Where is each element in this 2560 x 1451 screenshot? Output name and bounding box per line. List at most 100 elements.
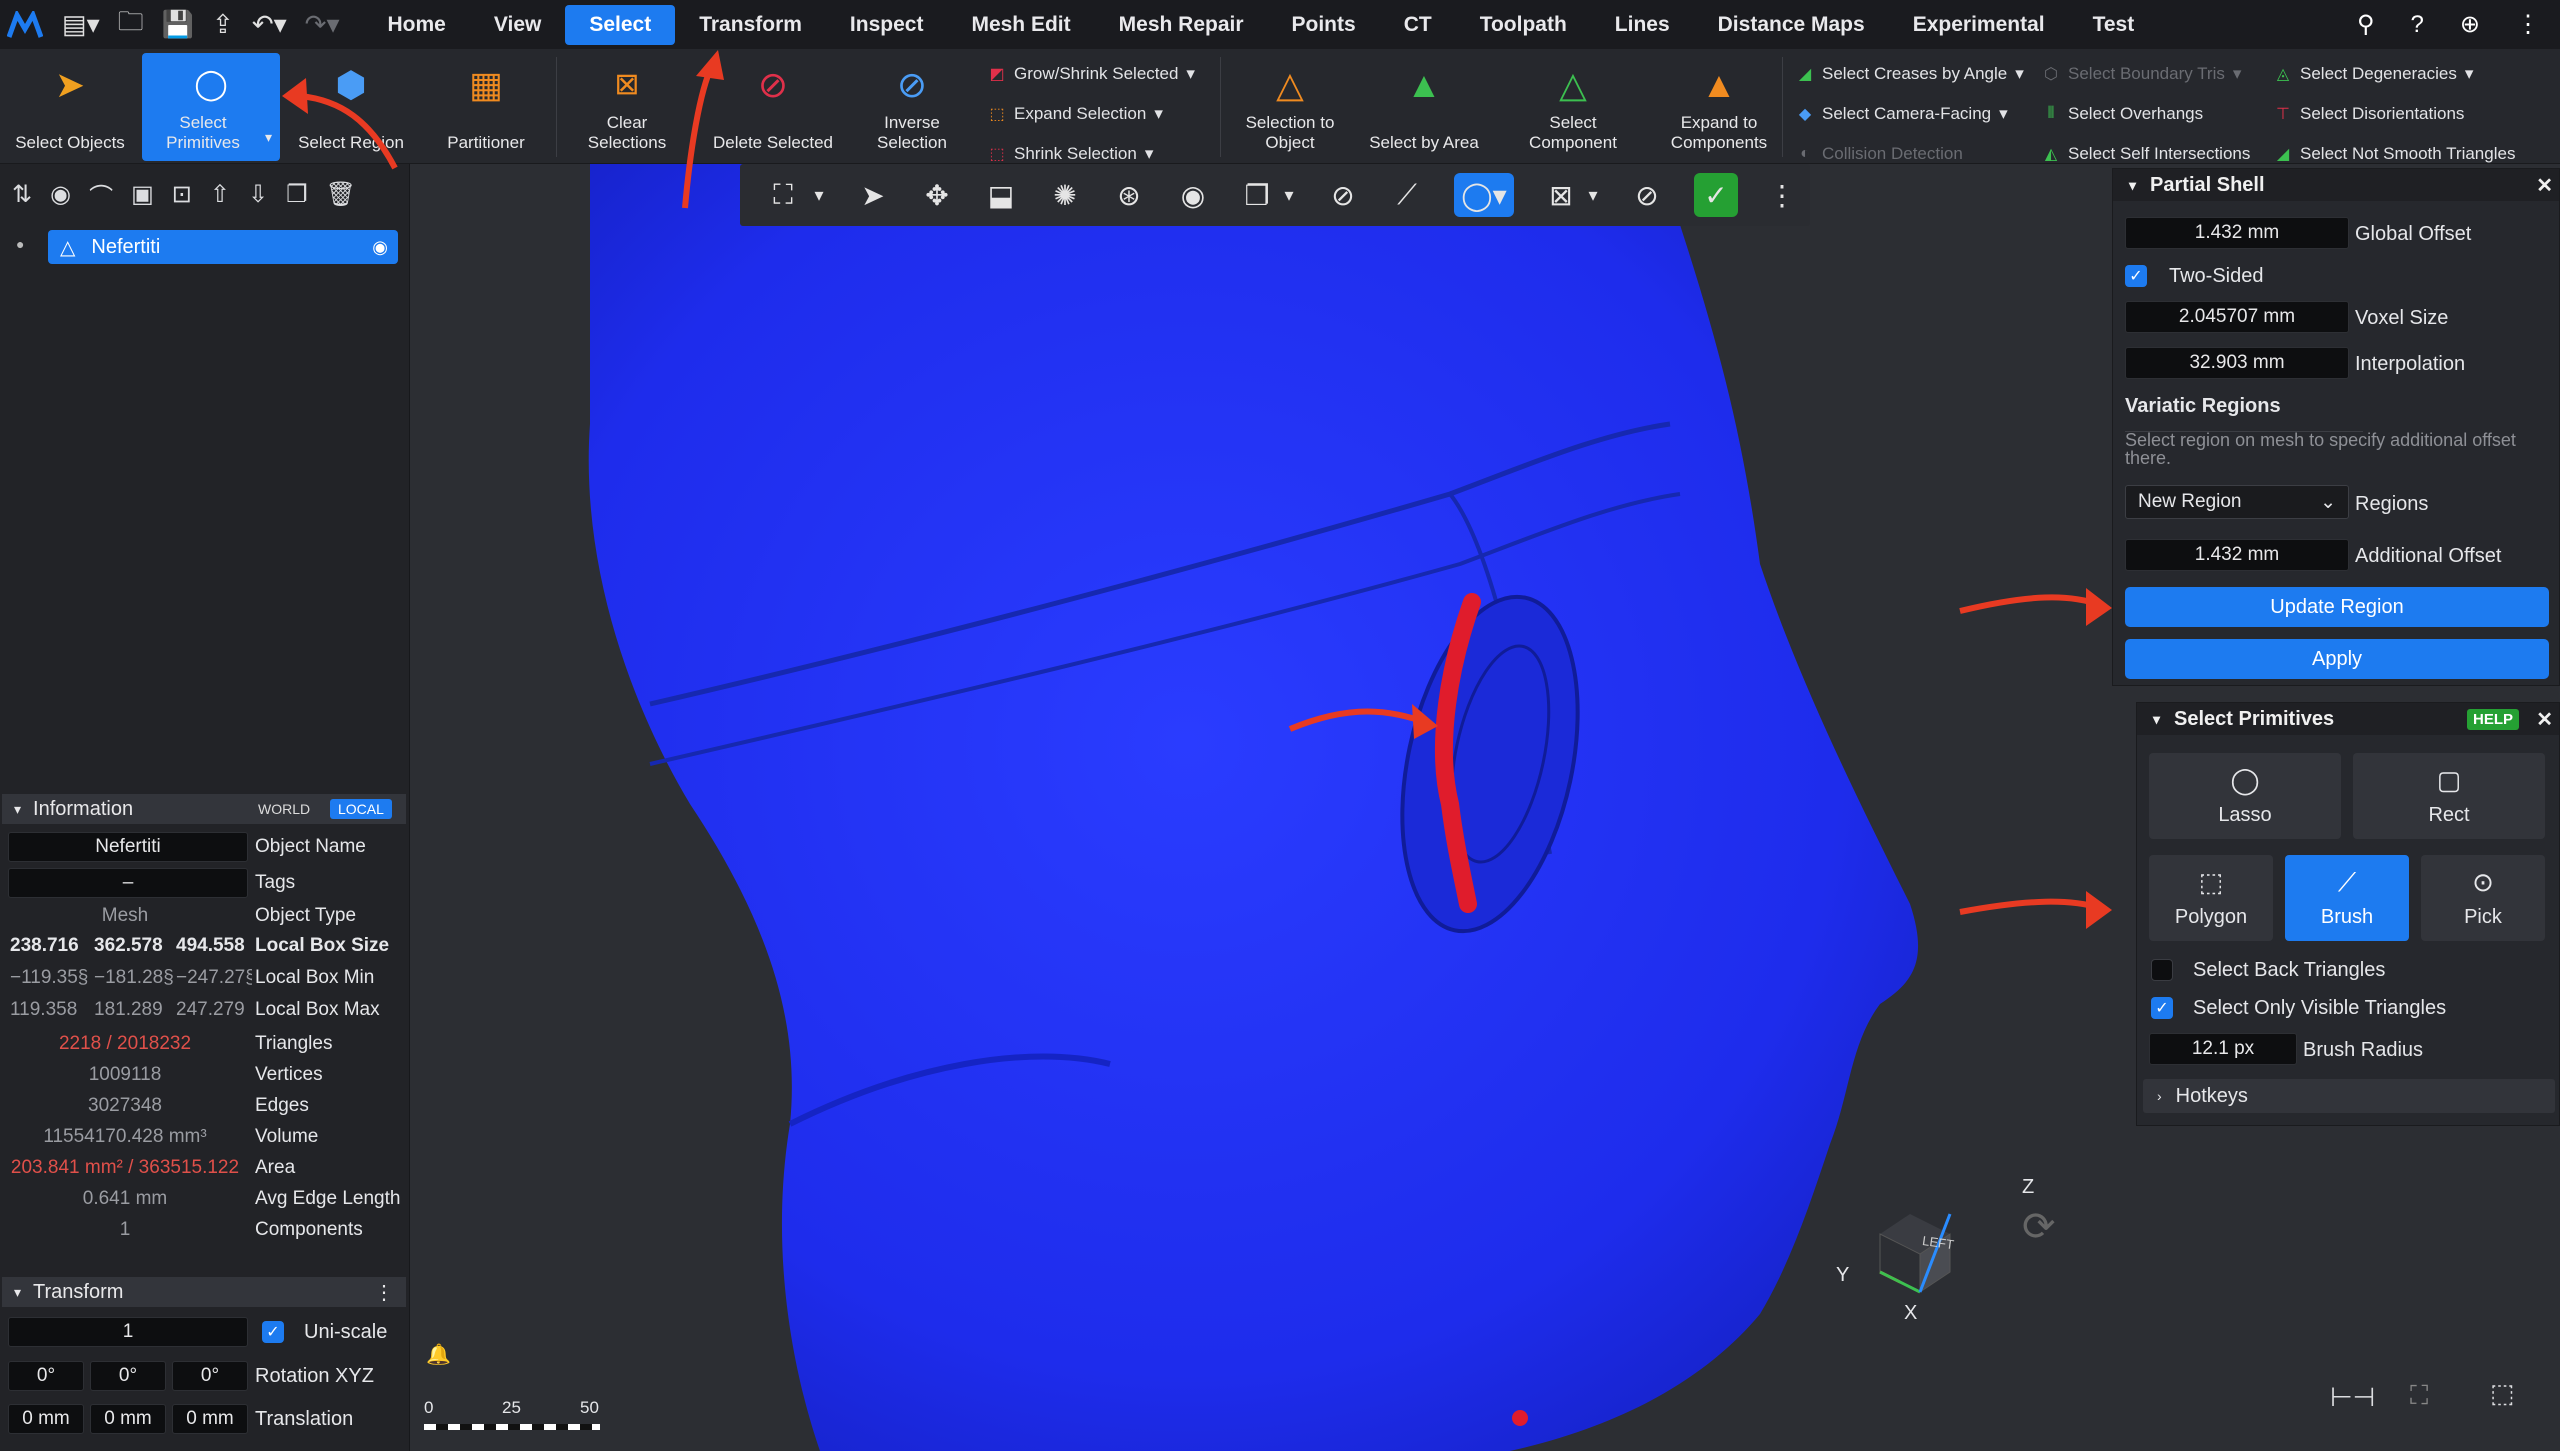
area-value: 203.841 mm² / 363515.122: [10, 1157, 240, 1178]
transform-title: Transform: [33, 1280, 124, 1303]
notification-bell-icon[interactable]: 🔔: [426, 1342, 451, 1367]
uniscale-checkbox[interactable]: ✓: [262, 1321, 284, 1343]
area-row: 203.841 mm² / 363515.122 Area: [0, 1153, 410, 1183]
close-icon[interactable]: ✕: [2536, 707, 2553, 732]
polygon-label: Polygon: [2174, 906, 2248, 928]
information-header[interactable]: ▾ Information WORLD LOCAL: [2, 794, 406, 824]
scale-tick-50: 50: [580, 1398, 599, 1417]
ruler-icon[interactable]: ⊢⊣: [2330, 1382, 2375, 1413]
global-offset-field[interactable]: 1.432 mm: [2125, 217, 2349, 249]
box-min-label: Local Box Min: [255, 967, 375, 988]
box-max-row: 119.358 181.289 247.279 Local Box Max: [0, 995, 410, 1025]
variatic-hint: Select region on mesh to specify additio…: [2125, 430, 2516, 468]
rotation-x-field[interactable]: 0°: [8, 1361, 84, 1391]
help-badge[interactable]: HELP: [2466, 708, 2519, 730]
box-max-x: 119.358: [10, 999, 78, 1020]
visibility-eye-icon[interactable]: ◉: [372, 237, 388, 258]
region-select[interactable]: New Region ⌄: [2125, 485, 2349, 519]
annotation-arrow: [1959, 898, 2101, 915]
volume-value: 11554170.428 mm³: [43, 1126, 207, 1147]
translation-y-field[interactable]: 0 mm: [90, 1404, 166, 1434]
rect-tool[interactable]: ▢ Rect: [2353, 753, 2545, 839]
chevron-down-icon: ⌄: [2320, 491, 2336, 513]
box-size-x: 238.716: [10, 935, 79, 956]
global-offset-label: Global Offset: [2355, 223, 2472, 245]
rotation-z-field[interactable]: 0°: [172, 1361, 248, 1391]
update-region-button[interactable]: Update Region: [2125, 587, 2549, 627]
rect-label: Rect: [2428, 804, 2470, 826]
pick-tool[interactable]: ⊙ Pick: [2421, 855, 2545, 941]
object-name-field[interactable]: Nefertiti: [8, 832, 248, 862]
rotation-y-field[interactable]: 0°: [90, 1361, 166, 1391]
back-triangles-checkbox[interactable]: [2151, 959, 2173, 981]
vertices-value: 1009118: [88, 1064, 162, 1085]
kebab-menu-icon[interactable]: ⋮: [374, 1280, 394, 1305]
components-row: 1 Components: [0, 1215, 410, 1245]
avg-edge-row: 0.641 mm Avg Edge Length: [0, 1184, 410, 1214]
partial-shell-panel: ▾ Partial Shell ✕ 1.432 mm Global Offset…: [2112, 168, 2560, 686]
components-label: Components: [255, 1219, 363, 1240]
additional-offset-label: Additional Offset: [2355, 545, 2502, 567]
additional-offset-field[interactable]: 1.432 mm: [2125, 539, 2349, 571]
two-sided-checkbox[interactable]: ✓: [2125, 265, 2147, 287]
fit-view-icon[interactable]: ⛶: [2410, 1380, 2428, 1412]
select-primitives-header: ▾ Select Primitives HELP ✕: [2137, 703, 2559, 735]
tags-field[interactable]: –: [8, 868, 248, 898]
brush-label: Brush: [2320, 906, 2374, 928]
polygon-tool[interactable]: ⬚ Polygon: [2149, 855, 2273, 941]
brush-tool[interactable]: ⟋ Brush: [2285, 855, 2409, 941]
object-type-label: Object Type: [255, 905, 357, 926]
lasso-tool[interactable]: ◯ Lasso: [2149, 753, 2341, 839]
edges-value: 3027348: [88, 1095, 162, 1116]
visible-only-checkbox[interactable]: ✓: [2151, 997, 2173, 1019]
axis-z-label: Z: [2022, 1176, 2035, 1198]
tree-item-nefertiti[interactable]: △ Nefertiti ◉: [48, 230, 398, 264]
triangles-value: 2218 / 2018232: [58, 1033, 192, 1054]
box-size-label: Local Box Size: [255, 935, 390, 956]
area-label: Area: [255, 1157, 296, 1178]
chevron-right-icon: ›: [2157, 1088, 2162, 1104]
transform-header[interactable]: ▾ Transform ⋮: [2, 1277, 406, 1307]
box-min-row: −119.35§ −181.28§ −247.27§ Local Box Min: [0, 963, 410, 993]
chevron-down-icon[interactable]: ▾: [2153, 711, 2160, 728]
box-size-z: 494.558: [176, 935, 245, 956]
brush-radius-field[interactable]: 12.1 px: [2149, 1033, 2297, 1065]
select-primitives-title: Select Primitives: [2174, 707, 2335, 730]
pick-icon: ⊙: [2472, 867, 2494, 897]
interpolation-field[interactable]: 32.903 mm: [2125, 347, 2349, 379]
back-triangles-label: Select Back Triangles: [2193, 959, 2386, 981]
world-toggle[interactable]: WORLD: [252, 799, 316, 819]
box-max-label: Local Box Max: [255, 999, 380, 1020]
object-name-label: Object Name: [255, 836, 366, 857]
triangles-label: Triangles: [255, 1033, 333, 1054]
view-cube[interactable]: LEFT: [1840, 1174, 1970, 1304]
rotate-view-icon[interactable]: ⟳: [2022, 1204, 2056, 1250]
vertices-label: Vertices: [255, 1064, 323, 1085]
object-type-row: Mesh Object Type: [0, 901, 410, 931]
scale-tick-0: 0: [424, 1398, 434, 1417]
local-toggle[interactable]: LOCAL: [330, 799, 392, 819]
brush-radius-label: Brush Radius: [2303, 1039, 2424, 1061]
axis-y-label: Y: [1836, 1264, 1850, 1286]
box-size-row: 238.716 362.578 494.558 Local Box Size: [0, 931, 410, 961]
translation-label: Translation: [255, 1408, 354, 1430]
select-primitives-panel: ▾ Select Primitives HELP ✕ ◯ Lasso ▢ Rect …: [2136, 702, 2560, 1126]
box-size-y: 362.578: [94, 935, 163, 956]
brush-icon: ⟋: [2337, 867, 2357, 897]
voxel-size-field[interactable]: 2.045707 mm: [2125, 301, 2349, 333]
cube-view-icon[interactable]: ⬚: [2490, 1378, 2515, 1409]
visible-only-label: Select Only Visible Triangles: [2193, 997, 2447, 1019]
translation-x-field[interactable]: 0 mm: [8, 1404, 84, 1434]
tree-item-label: Nefertiti: [91, 235, 161, 258]
apply-button[interactable]: Apply: [2125, 639, 2549, 679]
rotation-label: Rotation XYZ: [255, 1365, 374, 1387]
interpolation-label: Interpolation: [2355, 353, 2466, 375]
left-panel: ⇅ ◉ ⌒ ▣ ⊡ ⇧ ⇩ ❐ 🗑 ● △ Nefertiti ◉ ▾ Info…: [0, 164, 410, 1451]
box-min-z: −247.27§: [176, 967, 252, 988]
edges-row: 3027348 Edges: [0, 1091, 410, 1121]
translation-z-field[interactable]: 0 mm: [172, 1404, 248, 1434]
rect-icon: ▢: [2436, 765, 2462, 795]
uniscale-label: Uni-scale: [304, 1321, 388, 1343]
scale-field[interactable]: 1: [8, 1317, 248, 1347]
hotkeys-section[interactable]: › Hotkeys: [2143, 1079, 2555, 1113]
